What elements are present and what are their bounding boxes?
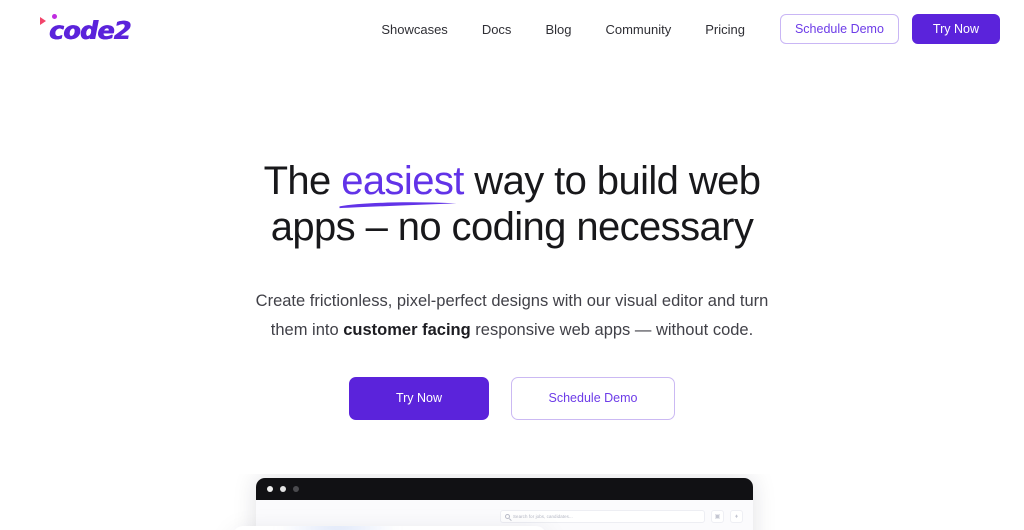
window-close-dot-icon[interactable] (267, 486, 273, 492)
nav-link-showcases[interactable]: Showcases (364, 16, 464, 43)
browser-window: Complete your company profile Search for… (233, 478, 753, 530)
brand-logo[interactable]: code2 (40, 12, 170, 46)
hero-heading-prefix: The (263, 159, 342, 203)
product-screenshot-mockup: Complete your company profile Search for… (0, 474, 1024, 530)
window-minimize-dot-icon[interactable] (280, 486, 286, 492)
bell-icon: ♦ (734, 513, 739, 520)
notifications-icon-button[interactable]: ♦ (730, 510, 743, 523)
nav-link-community[interactable]: Community (588, 16, 688, 43)
search-icon (505, 514, 510, 519)
hero-heading: The easiest way to build web apps – no c… (232, 158, 792, 251)
hero-sub-part2: responsive web apps — without code. (470, 320, 754, 339)
header-try-now-button[interactable]: Try Now (911, 14, 1000, 44)
app-left-column: Complete your company profile (233, 500, 546, 530)
card-blur-decoration (278, 526, 398, 530)
calendar-icon: ▣ (714, 513, 721, 520)
brand-name: code2 (49, 16, 131, 45)
app-search-row: Search for jobs, candidates... ▣ ♦ (500, 508, 743, 523)
calendar-icon-button[interactable]: ▣ (711, 510, 724, 523)
nav-link-pricing[interactable]: Pricing (688, 16, 762, 43)
window-maximize-dot-icon[interactable] (293, 486, 299, 492)
hero-cta-group: Try Now Schedule Demo (0, 376, 1024, 420)
nav-link-docs[interactable]: Docs (465, 16, 529, 43)
nav-link-blog[interactable]: Blog (528, 16, 588, 43)
company-profile-card: Complete your company profile (233, 526, 546, 530)
app-search-input[interactable]: Search for jobs, candidates... (500, 510, 705, 523)
browser-content: Complete your company profile Search for… (233, 500, 753, 530)
hero-sub-bold: customer facing (343, 320, 471, 339)
triangle-accent-icon (40, 17, 46, 25)
hero-heading-highlight-wrap: easiest (339, 158, 464, 209)
hero-heading-highlight: easiest (341, 159, 464, 203)
header-actions: Schedule Demo Try Now (779, 14, 1000, 44)
hero-try-now-button[interactable]: Try Now (349, 376, 489, 420)
underline-swoosh-icon (339, 202, 457, 209)
site-header: code2 Showcases Docs Blog Community Pric… (0, 0, 1024, 58)
primary-navigation: Showcases Docs Blog Community Pricing Sc… (364, 14, 1000, 44)
header-schedule-demo-button[interactable]: Schedule Demo (779, 14, 899, 44)
hero-schedule-demo-button[interactable]: Schedule Demo (511, 376, 675, 420)
hero-section: The easiest way to build web apps – no c… (0, 58, 1024, 420)
browser-titlebar (256, 478, 753, 500)
hero-subheading: Create frictionless, pixel-perfect desig… (250, 287, 774, 345)
app-search-placeholder: Search for jobs, candidates... (513, 514, 573, 519)
